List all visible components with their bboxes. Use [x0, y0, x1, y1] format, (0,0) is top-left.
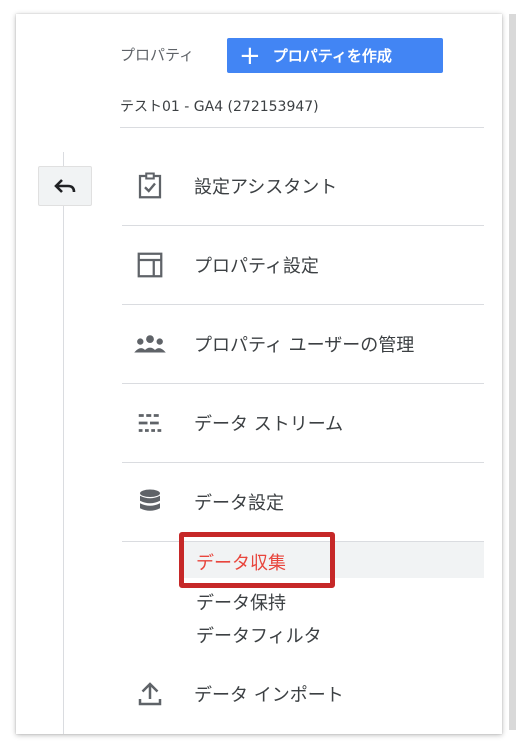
- scrollbar[interactable]: [509, 14, 516, 730]
- create-property-button[interactable]: + プロパティを作成: [227, 38, 443, 73]
- menu-item-property-settings[interactable]: プロパティ設定: [122, 225, 484, 304]
- back-arrow-icon: [54, 179, 76, 193]
- property-selector[interactable]: テスト01 - GA4 (272153947): [120, 96, 319, 116]
- menu-item-data-settings[interactable]: データ設定: [122, 462, 484, 541]
- layout-icon: [132, 247, 168, 283]
- property-label: プロパティ: [120, 46, 195, 64]
- create-property-label: プロパティを作成: [272, 47, 392, 65]
- plus-icon: +: [239, 40, 261, 71]
- menu-item-label: データ設定: [194, 492, 284, 514]
- menu-item-property-user-management[interactable]: プロパティ ユーザーの管理: [122, 304, 484, 383]
- divider: [120, 127, 484, 128]
- back-button[interactable]: [38, 166, 92, 206]
- people-icon: [132, 326, 168, 362]
- menu-item-label: プロパティ ユーザーの管理: [194, 334, 415, 356]
- menu-item-label: データ ストリーム: [194, 413, 344, 435]
- menu-item-label: プロパティ設定: [194, 255, 319, 277]
- column-divider: [63, 152, 64, 734]
- streams-icon: [132, 405, 168, 441]
- menu-item-setup-assistant[interactable]: 設定アシスタント: [122, 146, 484, 225]
- subitem-data-retention[interactable]: データ保持: [196, 589, 286, 615]
- menu-item-data-streams[interactable]: データ ストリーム: [122, 383, 484, 462]
- menu-item-label: データ インポート: [194, 684, 344, 706]
- upload-icon: [132, 676, 168, 712]
- highlight-annotation: [179, 532, 335, 588]
- clipboard-check-icon: [132, 168, 168, 204]
- menu-item-label: 設定アシスタント: [194, 176, 338, 198]
- database-icon: [132, 484, 168, 520]
- menu-item-data-import[interactable]: データ インポート: [122, 654, 484, 733]
- subitem-data-filters[interactable]: データフィルタ: [196, 622, 322, 648]
